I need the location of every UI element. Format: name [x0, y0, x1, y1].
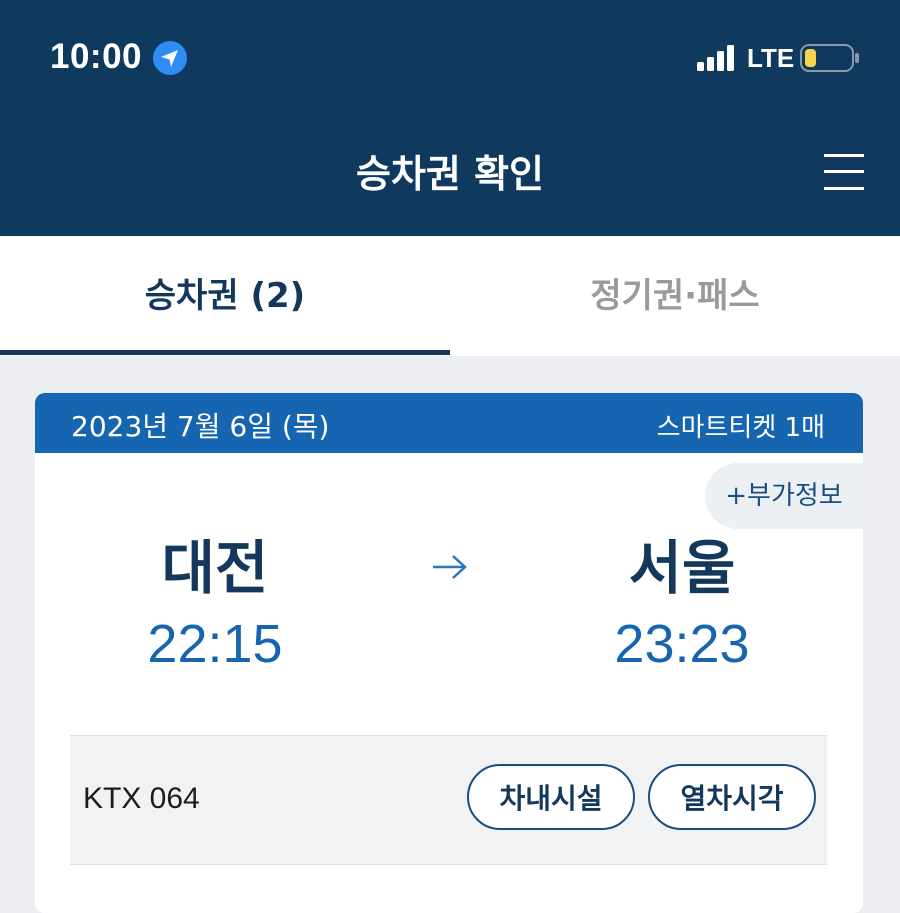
- location-arrow-icon: [153, 41, 187, 75]
- departure: 대전 22:15: [65, 533, 365, 677]
- ticket-header: 2023년 7월 6일 (목) 스마트티켓 1매: [35, 393, 863, 453]
- ticket-date: 2023년 7월 6일 (목): [71, 410, 330, 443]
- ticket-type: 스마트티켓 1매: [656, 413, 825, 443]
- departure-time: 22:15: [147, 614, 283, 674]
- network-type: LTE: [747, 43, 795, 73]
- battery-icon: [800, 44, 859, 72]
- tab-passes[interactable]: 정기권·패스: [450, 236, 900, 356]
- active-tab-indicator: [0, 350, 450, 355]
- train-number: KTX 064: [83, 782, 200, 815]
- timetable-button[interactable]: 열차시각: [648, 764, 816, 830]
- arrival-station: 서울: [628, 534, 736, 602]
- ticket-card[interactable]: 2023년 7월 6일 (목) 스마트티켓 1매 +부가정보 대전 22:15 …: [35, 393, 863, 913]
- arrival-time: 23:23: [614, 614, 750, 674]
- arrival: 서울 23:23: [532, 533, 832, 677]
- top-header: 10:00 LTE 승차권 확인: [0, 0, 900, 236]
- page-title: 승차권 확인: [355, 152, 545, 196]
- arrow-right-icon: [433, 555, 467, 579]
- status-time: 10:00: [50, 37, 143, 76]
- tab-tickets[interactable]: 승차권 (2): [0, 236, 450, 356]
- departure-station: 대전: [161, 534, 269, 602]
- facilities-button[interactable]: 차내시설: [467, 764, 635, 830]
- extra-info-button[interactable]: +부가정보: [705, 463, 863, 529]
- train-info-row: KTX 064 차내시설 열차시각: [70, 735, 827, 865]
- signal-icon: [697, 45, 734, 71]
- ticket-tabs: 승차권 (2) 정기권·패스: [0, 236, 900, 356]
- menu-icon[interactable]: [820, 150, 868, 194]
